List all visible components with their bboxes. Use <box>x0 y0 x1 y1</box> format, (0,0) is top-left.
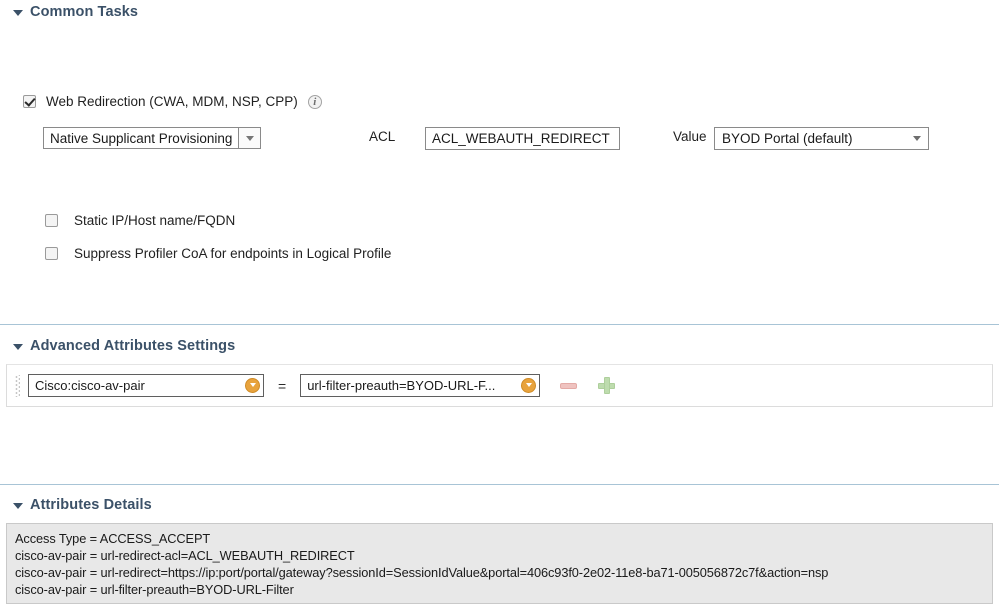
common-tasks-section: Common Tasks Web Redirection (CWA, MDM, … <box>0 0 999 324</box>
acl-input[interactable]: ACL_WEBAUTH_REDIRECT <box>425 127 620 150</box>
static-ip-row: Static IP/Host name/FQDN <box>45 213 235 228</box>
attributes-details-section: Attributes Details Access Type = ACCESS_… <box>0 484 999 604</box>
static-ip-checkbox[interactable] <box>45 214 58 227</box>
section-divider <box>0 324 999 325</box>
web-redirection-type-select-wrap: Native Supplicant Provisioning <box>43 127 262 149</box>
web-redirection-label: Web Redirection (CWA, MDM, NSP, CPP) <box>46 94 298 109</box>
value-label: Value <box>673 129 707 144</box>
chevron-down-circle-icon[interactable] <box>521 378 537 393</box>
value-select-wrap: BYOD Portal (default) <box>714 127 929 150</box>
chevron-down-icon[interactable] <box>238 128 261 148</box>
static-ip-label: Static IP/Host name/FQDN <box>74 213 236 228</box>
collapse-caret-icon[interactable] <box>13 344 23 350</box>
advanced-attributes-panel: Cisco:cisco-av-pair = url-filter-preauth… <box>6 364 993 407</box>
detail-line: Access Type = ACCESS_ACCEPT <box>15 531 211 546</box>
detail-line: cisco-av-pair = url-redirect-acl=ACL_WEB… <box>15 548 355 563</box>
common-tasks-header[interactable]: Common Tasks <box>0 0 999 24</box>
acl-label: ACL <box>369 129 396 144</box>
advanced-attributes-section: Advanced Attributes Settings Cisco:cisco… <box>0 324 999 407</box>
section-title: Common Tasks <box>30 4 139 20</box>
attributes-details-header[interactable]: Attributes Details <box>0 493 999 517</box>
chevron-down-circle-icon[interactable] <box>245 378 260 393</box>
value-label-wrap: Value <box>673 129 707 144</box>
equals-sign: = <box>278 377 287 394</box>
remove-attribute-button[interactable] <box>560 382 578 389</box>
web-redirection-type-select[interactable]: Native Supplicant Provisioning <box>43 127 262 149</box>
collapse-caret-icon[interactable] <box>13 503 23 509</box>
drag-handle-icon[interactable] <box>15 374 20 397</box>
attribute-name-field[interactable]: Cisco:cisco-av-pair <box>28 374 264 397</box>
advanced-attributes-header[interactable]: Advanced Attributes Settings <box>0 334 999 358</box>
web-redirection-checkbox[interactable] <box>23 95 36 108</box>
suppress-profiler-label: Suppress Profiler CoA for endpoints in L… <box>74 246 392 261</box>
collapse-caret-icon[interactable] <box>13 10 23 16</box>
common-tasks-body: Web Redirection (CWA, MDM, NSP, CPP) i N… <box>0 24 999 324</box>
info-icon[interactable]: i <box>307 94 322 109</box>
value-select-value: BYOD Portal (default) <box>722 131 853 146</box>
value-select[interactable]: BYOD Portal (default) <box>714 127 929 150</box>
attribute-name-value: Cisco:cisco-av-pair <box>35 378 145 393</box>
attribute-value-field[interactable]: url-filter-preauth=BYOD-URL-F... <box>300 374 541 397</box>
suppress-profiler-checkbox[interactable] <box>45 247 58 260</box>
attribute-value-value: url-filter-preauth=BYOD-URL-F... <box>307 378 496 393</box>
suppress-profiler-row: Suppress Profiler CoA for endpoints in L… <box>45 246 391 261</box>
detail-line: cisco-av-pair = url-redirect=https://ip:… <box>15 565 829 580</box>
web-redirection-type-value: Native Supplicant Provisioning <box>50 130 233 146</box>
add-attribute-button[interactable] <box>598 377 616 394</box>
attributes-details-box: Access Type = ACCESS_ACCEPT cisco-av-pai… <box>6 523 993 604</box>
chevron-down-icon[interactable] <box>913 136 921 141</box>
web-redirection-row: Web Redirection (CWA, MDM, NSP, CPP) i <box>23 94 322 109</box>
section-title: Attributes Details <box>30 497 152 513</box>
detail-line: cisco-av-pair = url-filter-preauth=BYOD-… <box>15 582 294 597</box>
section-divider <box>0 484 999 485</box>
acl-input-wrap: ACL_WEBAUTH_REDIRECT <box>425 127 620 150</box>
acl-label-wrap: ACL <box>369 129 395 144</box>
section-title: Advanced Attributes Settings <box>30 338 236 354</box>
